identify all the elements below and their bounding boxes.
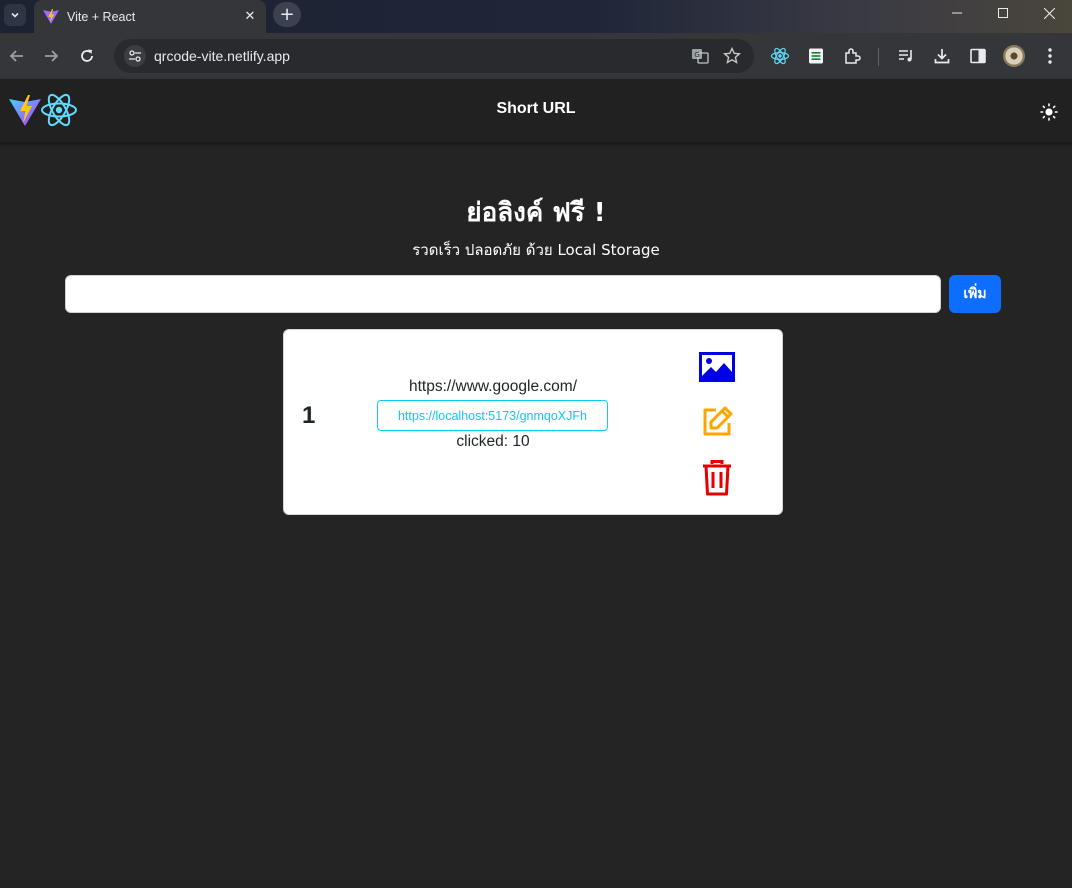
url-input[interactable] [65,275,941,313]
new-tab-button[interactable]: + [273,2,301,27]
bookmark-star-icon[interactable] [720,44,744,68]
tab-title: Vite + React [67,9,136,24]
click-count: clicked: 10 [456,433,530,450]
reload-icon [81,49,93,62]
extensions-puzzle-icon[interactable] [840,44,864,68]
reload-button[interactable] [74,43,100,69]
app-header: Short URL [0,79,1072,143]
tab-search-button[interactable] [4,4,26,26]
link-card: 1 https://www.google.com/ https://localh… [283,329,783,515]
link-index: 1 [302,402,316,429]
page-title: ย่อลิงค์ ฟรี ! [466,198,606,228]
url-text[interactable]: qrcode-vite.netlify.app [154,48,680,64]
sheets-extension-icon[interactable] [804,44,828,68]
app-title: Short URL [496,100,576,117]
original-url: https://www.google.com/ [409,378,577,395]
translate-icon[interactable]: G [688,44,712,68]
close-icon [1043,7,1055,19]
minimize-window-button[interactable] [934,0,980,26]
chevron-down-icon [11,12,19,18]
edit-button[interactable] [697,402,737,442]
download-icon[interactable] [930,44,954,68]
browser-toolbar: qrcode-vite.netlify.app G [0,33,1072,79]
svg-text:G: G [694,51,699,59]
show-qr-button[interactable] [697,347,737,387]
address-bar[interactable]: qrcode-vite.netlify.app G [114,39,754,73]
media-controls-icon[interactable] [894,44,918,68]
theme-toggle-button[interactable] [1037,100,1061,124]
forward-button[interactable] [38,43,64,69]
profile-avatar[interactable] [1003,45,1025,67]
vite-favicon-icon [43,8,59,24]
more-options-icon[interactable] [1038,44,1062,68]
side-panel-icon[interactable] [966,44,990,68]
short-url-link[interactable]: https://localhost:5173/gnmqoXJFh [377,400,608,431]
back-button[interactable] [4,43,30,69]
site-info-button[interactable] [124,45,146,67]
react-devtools-extension-icon[interactable] [768,44,792,68]
minimize-icon [952,12,962,14]
image-icon [699,352,735,382]
browser-tab-strip: Vite + React ✕ + [0,0,1072,33]
add-button[interactable]: เพิ่ม [949,275,1001,313]
maximize-icon [998,8,1008,18]
delete-button[interactable] [697,458,737,498]
page-subtitle: รวดเร็ว ปลอดภัย ด้วย Local Storage [412,241,660,259]
arrow-left-icon [9,50,23,62]
browser-tab[interactable]: Vite + React ✕ [34,0,266,33]
tune-icon [129,50,141,62]
maximize-window-button[interactable] [980,0,1026,26]
trash-icon [703,460,731,496]
toolbar-separator [878,48,879,66]
close-tab-icon[interactable]: ✕ [242,9,258,24]
close-window-button[interactable] [1026,0,1072,26]
edit-icon [703,406,733,436]
sun-icon [1040,103,1058,121]
arrow-right-icon [45,50,59,62]
